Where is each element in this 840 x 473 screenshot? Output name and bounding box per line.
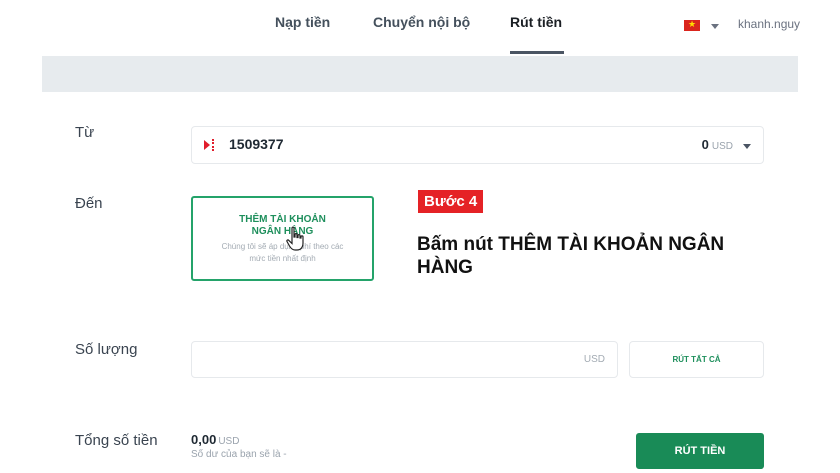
from-account-balance: 0 USD [702, 137, 733, 152]
total-amount: 0,00 USD [191, 432, 239, 447]
from-account-number: 1509377 [229, 136, 284, 152]
add-bank-title: THÊM TÀI KHOẢN NGÂN HÀNG [239, 214, 326, 237]
amount-input[interactable]: USD [191, 341, 618, 378]
balance-note: Số dư của bạn sẽ là - [191, 449, 287, 460]
total-currency: USD [218, 436, 240, 447]
add-bank-subtitle: Chúng tôi sẽ áp dụng phí theo các mức ti… [221, 242, 344, 263]
from-balance-currency: USD [711, 141, 733, 152]
step-badge: Bước 4 [418, 190, 484, 213]
total-label: Tổng số tiền [75, 432, 158, 449]
hand-cursor-icon [286, 226, 304, 251]
tab-deposit[interactable]: Nạp tiền [275, 14, 330, 30]
chevron-down-icon[interactable] [743, 144, 751, 149]
amount-currency: USD [583, 354, 605, 365]
step-instruction: Bấm nút THÊM TÀI KHOẢN NGÂN HÀNG [417, 234, 725, 278]
withdraw-button[interactable]: RÚT TIỀN [636, 433, 764, 469]
to-label: Đến [75, 195, 103, 212]
from-label: Từ [75, 124, 95, 141]
add-bank-account-button[interactable]: THÊM TÀI KHOẢN NGÂN HÀNG Chúng tôi sẽ áp… [191, 196, 374, 281]
tab-withdraw[interactable]: Rút tiền [510, 14, 562, 30]
chevron-down-icon[interactable] [711, 24, 719, 29]
withdraw-all-button[interactable]: RÚT TẤT CẢ [629, 341, 764, 378]
top-navigation: Nạp tiền Chuyển nội bộ Rút tiền khanh.ng… [0, 0, 840, 54]
amount-label: Số lượng [75, 341, 138, 358]
from-balance-value: 0 [701, 137, 709, 152]
user-name[interactable]: khanh.nguy [738, 17, 800, 31]
header-band [42, 56, 798, 92]
total-amount-value: 0,00 [191, 432, 217, 447]
active-tab-indicator [510, 51, 564, 54]
vietnam-flag-icon[interactable] [684, 17, 700, 31]
tab-internal-transfer[interactable]: Chuyển nội bộ [373, 14, 470, 30]
from-account-select[interactable]: 1509377 0 USD [191, 126, 764, 164]
account-platform-icon [204, 138, 216, 152]
